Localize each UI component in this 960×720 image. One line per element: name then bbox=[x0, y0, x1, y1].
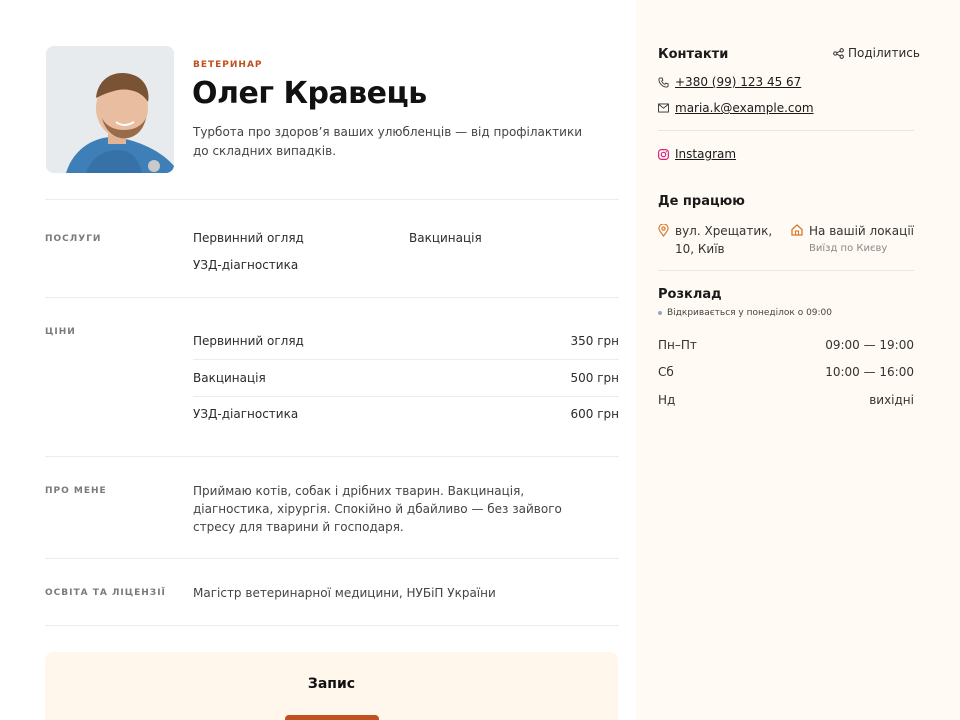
schedule-title: Розклад bbox=[658, 287, 722, 302]
home-visit-item: На вашій локації Виїзд по Києву bbox=[791, 222, 915, 258]
status-dot-icon bbox=[658, 311, 662, 315]
phone-icon bbox=[658, 76, 669, 88]
divider bbox=[658, 130, 914, 131]
service-item: Вакцинація bbox=[409, 231, 482, 245]
phone-link[interactable]: +380 (99) 123 45 67 bbox=[675, 75, 801, 89]
schedule-day: Сб bbox=[658, 365, 674, 379]
phone-contact: +380 (99) 123 45 67 bbox=[658, 75, 801, 89]
tagline: Турбота про здоров’я ваших улюбленців — … bbox=[193, 125, 582, 158]
schedule-time: 09:00 — 19:00 bbox=[825, 338, 914, 352]
book-button[interactable] bbox=[285, 715, 379, 720]
divider bbox=[45, 558, 619, 559]
prices-label: ЦІНИ bbox=[45, 327, 76, 337]
mail-icon bbox=[658, 103, 669, 113]
price-row: Вакцинація 500 грн bbox=[193, 371, 619, 408]
price-value: 600 грн bbox=[570, 407, 620, 421]
divider bbox=[45, 199, 619, 200]
share-icon bbox=[833, 47, 844, 59]
schedule-day: Нд bbox=[658, 393, 676, 407]
schedule-day: Пн–Пт bbox=[658, 338, 697, 352]
education-text: Магістр ветеринарної медицини, НУБіП Укр… bbox=[193, 586, 496, 600]
about-label: ПРО МЕНЕ bbox=[45, 486, 107, 496]
page-title: Олег Кравець bbox=[192, 76, 427, 111]
share-button[interactable]: Поділитись bbox=[833, 46, 920, 60]
profile-main: ВЕТЕРИНАР Олег Кравець Турбота про здоро… bbox=[0, 0, 636, 720]
price-row: Первинний огляд 350 грн bbox=[193, 334, 619, 371]
location-pin-icon bbox=[658, 222, 669, 258]
price-value: 500 грн bbox=[570, 371, 620, 385]
home-visit-text: На вашій локації Виїзд по Києву bbox=[809, 222, 914, 258]
address-item: вул. Хрещатик, 10, Київ bbox=[658, 222, 782, 258]
services-label: ПОСЛУГИ bbox=[45, 234, 102, 244]
divider bbox=[658, 270, 914, 271]
service-item: УЗД-діагностика bbox=[193, 258, 299, 272]
about-text: Приймаю котів, собак і дрібних тварин. В… bbox=[193, 484, 562, 534]
divider bbox=[45, 625, 619, 626]
divider bbox=[45, 297, 619, 298]
schedule-time: 10:00 — 16:00 bbox=[825, 365, 914, 379]
share-label: Поділитись bbox=[848, 46, 920, 60]
price-service-name: УЗД-діагностика bbox=[193, 407, 299, 421]
price-service-name: Вакцинація bbox=[193, 371, 266, 385]
price-value: 350 грн bbox=[570, 334, 620, 348]
price-divider bbox=[193, 396, 619, 397]
contacts-title: Контакти bbox=[658, 47, 729, 62]
instagram-link[interactable]: Instagram bbox=[675, 147, 736, 161]
booking-title: Запис bbox=[307, 676, 356, 692]
service-item: Первинний огляд bbox=[193, 231, 304, 245]
email-contact: maria.k@example.com bbox=[658, 101, 814, 115]
booking-card: Запис bbox=[45, 652, 618, 720]
divider bbox=[45, 456, 619, 457]
education-label: ОСВІТА ТА ЛІЦЕНЗІЇ bbox=[45, 588, 166, 598]
price-service-name: Первинний огляд bbox=[193, 334, 304, 348]
avatar bbox=[46, 46, 174, 173]
email-link[interactable]: maria.k@example.com bbox=[675, 101, 814, 115]
open-status: Відкривається у понеділок о 09:00 bbox=[658, 308, 832, 318]
address-text: вул. Хрещатик, 10, Київ bbox=[675, 224, 773, 256]
schedule-time: вихідні bbox=[869, 393, 914, 407]
work-title: Де працюю bbox=[658, 194, 745, 209]
instagram-contact: Instagram bbox=[658, 147, 736, 161]
home-visit-sub: Виїзд по Києву bbox=[809, 243, 888, 254]
instagram-icon bbox=[658, 148, 669, 160]
price-divider bbox=[193, 359, 619, 360]
price-row: УЗД-діагностика 600 грн bbox=[193, 407, 619, 444]
role-label: ВЕТЕРИНАР bbox=[193, 60, 263, 70]
home-visit-title: На вашій локації bbox=[809, 224, 914, 238]
open-note-text: Відкривається у понеділок о 09:00 bbox=[667, 308, 833, 318]
home-icon bbox=[791, 222, 803, 258]
